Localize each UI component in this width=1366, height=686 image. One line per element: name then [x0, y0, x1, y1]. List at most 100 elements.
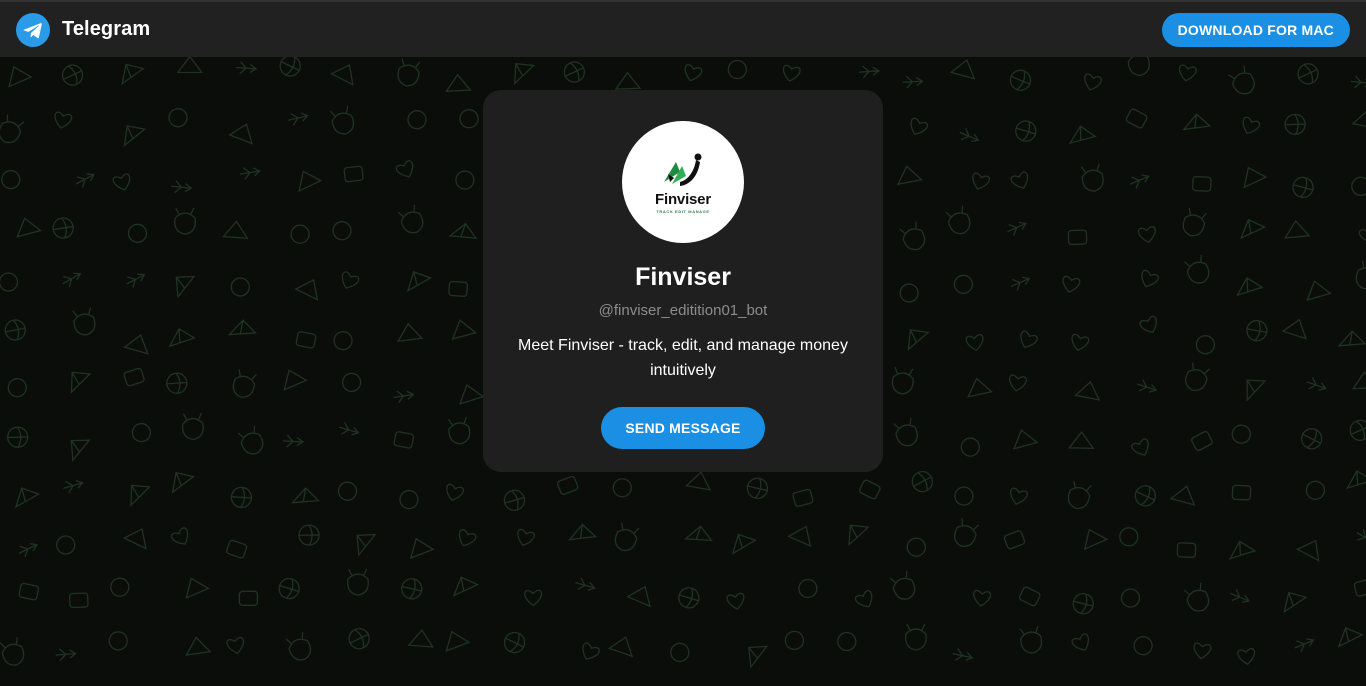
doodle-shape: [626, 585, 651, 608]
doodle-shape: [746, 477, 769, 499]
doodle-shape: [0, 114, 25, 144]
bot-profile-card: Finviser TRACK EDIT MANAGE Finviser @fin…: [483, 90, 883, 472]
doodle-shape: [131, 422, 152, 443]
doodle-shape: [237, 425, 264, 455]
avatar-wordmark: Finviser: [655, 191, 711, 208]
doodle-shape: [225, 539, 248, 559]
doodle-shape: [1071, 633, 1090, 651]
doodle-shape: [168, 108, 188, 128]
finviser-logo-icon: [664, 153, 702, 186]
doodle-shape: [678, 587, 700, 609]
doodle-shape: [953, 518, 980, 547]
doodle-shape: [893, 417, 918, 447]
bot-username[interactable]: @finviser_editition01_bot: [599, 302, 768, 319]
doodle-shape: [1133, 636, 1153, 656]
doodle-shape: [127, 223, 148, 243]
doodle-shape: [514, 62, 536, 85]
doodle-shape: [409, 537, 435, 560]
doodle-shape: [1067, 229, 1088, 246]
doodle-shape: [727, 59, 747, 80]
doodle-shape: [503, 489, 526, 511]
doodle-shape: [960, 437, 980, 457]
doodle-shape: [228, 123, 253, 145]
doodle-shape: [341, 372, 362, 393]
avatar-tagline: TRACK EDIT MANAGE: [656, 209, 710, 214]
doodle-shape: [171, 471, 196, 494]
doodle-shape: [395, 160, 414, 178]
doodle-shape: [1137, 226, 1156, 244]
doodle-shape: [1231, 484, 1252, 501]
doodle-shape: [1007, 221, 1027, 236]
doodle-shape: [332, 221, 352, 241]
doodle-shape: [1183, 583, 1210, 612]
doodle-shape: [166, 372, 188, 394]
doodle-shape: [0, 637, 25, 666]
doodle-shape: [1237, 647, 1256, 665]
doodle-shape: [0, 272, 19, 292]
doodle-shape: [356, 533, 377, 557]
doodle-shape: [8, 65, 33, 88]
doodle-shape: [288, 112, 309, 126]
doodle-shape: [283, 369, 308, 391]
doodle-shape: [1193, 642, 1212, 660]
doodle-shape: [175, 275, 196, 299]
doodle-shape: [7, 378, 27, 398]
doodle-shape: [174, 207, 196, 235]
download-for-mac-button[interactable]: DOWNLOAD FOR MAC: [1161, 12, 1350, 47]
doodle-shape: [1356, 529, 1366, 544]
doodle-shape: [230, 486, 253, 509]
doodle-shape: [347, 568, 369, 596]
doodle-shape: [904, 623, 927, 651]
doodle-shape: [1071, 333, 1090, 352]
doodle-shape: [1337, 330, 1366, 347]
doodle-shape: [1351, 371, 1366, 390]
doodle-shape: [348, 628, 370, 650]
brand[interactable]: Telegram: [16, 12, 150, 47]
doodle-shape: [1351, 109, 1366, 130]
doodle-shape: [899, 283, 919, 303]
doodle-shape: [1283, 591, 1308, 614]
doodle-shape: [1306, 377, 1327, 391]
doodle-shape: [239, 167, 261, 180]
doodle-shape: [954, 486, 974, 506]
doodle-shape: [612, 478, 632, 498]
doodle-shape: [61, 64, 84, 86]
doodle-shape: [848, 524, 870, 547]
doodle-shape: [126, 273, 146, 288]
doodle-shape: [1125, 108, 1148, 129]
doodle-shape: [55, 648, 77, 662]
doodle-shape: [185, 636, 212, 656]
doodle-shape: [575, 577, 596, 591]
doodle-shape: [222, 220, 249, 239]
doodle-shape: [910, 117, 929, 136]
doodle-shape: [1136, 379, 1158, 393]
doodle-shape: [1068, 125, 1097, 145]
doodle-shape: [4, 319, 26, 341]
doodle-shape: [1195, 335, 1216, 355]
doodle-shape: [891, 366, 914, 395]
bot-description: Meet Finviser - track, edit, and manage …: [518, 337, 848, 379]
doodle-shape: [1131, 438, 1149, 456]
doodle-shape: [889, 571, 916, 600]
doodle-shape: [1067, 480, 1092, 509]
doodle-shape: [1120, 588, 1141, 608]
doodle-shape: [1010, 171, 1029, 189]
send-message-button[interactable]: SEND MESSAGE: [601, 407, 765, 449]
top-bar: Telegram DOWNLOAD FOR MAC: [0, 0, 1366, 57]
doodle-shape: [748, 645, 769, 669]
doodle-shape: [176, 57, 204, 74]
doodle-shape: [63, 480, 84, 494]
doodle-shape: [1191, 431, 1213, 451]
doodle-shape: [1294, 638, 1315, 653]
doodle-shape: [1182, 113, 1212, 131]
doodle-shape: [1012, 429, 1039, 450]
doodle-shape: [1010, 276, 1031, 291]
doodle-shape: [110, 577, 130, 597]
doodle-shape: [1185, 362, 1210, 392]
doodle-shape: [1134, 485, 1156, 507]
doodle-shape: [1349, 419, 1366, 441]
doodle-shape: [396, 322, 424, 343]
doodle-shape: [1283, 219, 1311, 239]
doodle-shape: [130, 484, 151, 507]
doodle-shape: [1337, 627, 1364, 648]
